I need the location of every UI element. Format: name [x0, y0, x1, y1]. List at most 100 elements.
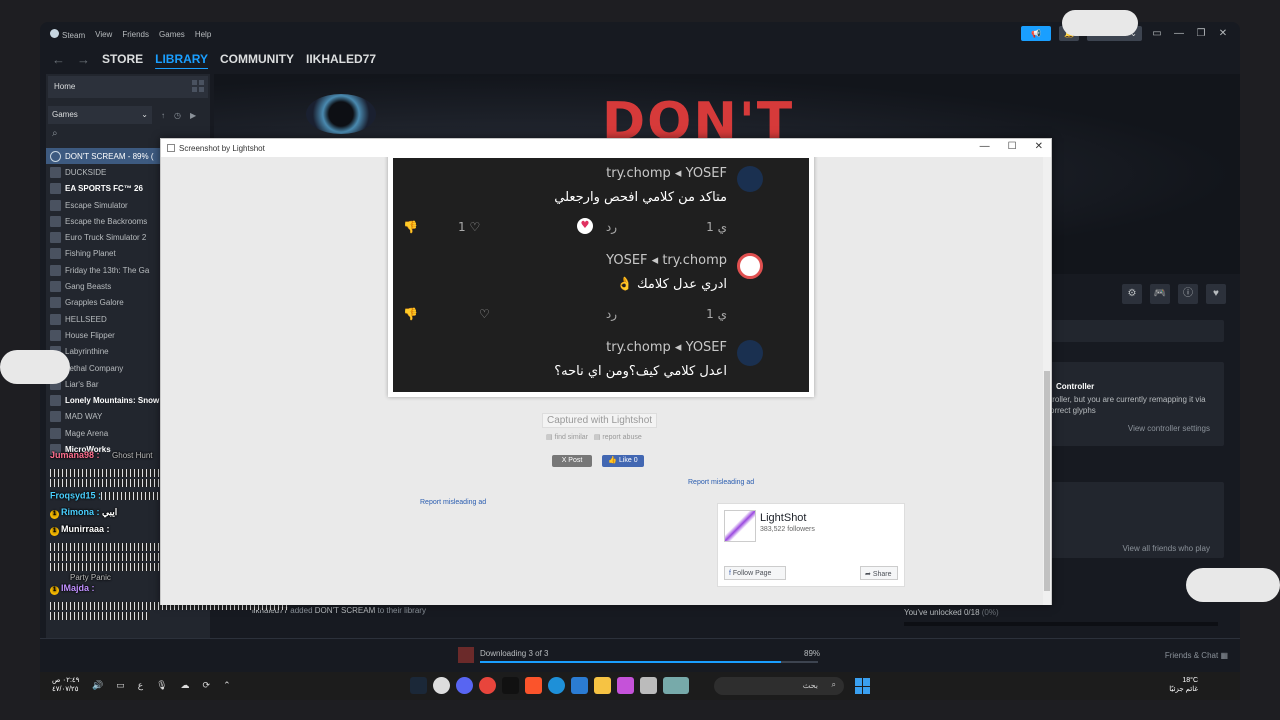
- steam-logo-icon: [50, 28, 59, 38]
- widgets-icon[interactable]: [663, 677, 689, 694]
- game-label: Escape Simulator: [65, 200, 128, 210]
- download-thumbnail: [458, 647, 474, 663]
- comment-text: اعدل كلامي كيف؟ومن اي ناحه؟: [554, 364, 727, 379]
- grid-view-icon[interactable]: [192, 80, 204, 92]
- brave-app-icon[interactable]: [525, 677, 542, 694]
- weather-widget[interactable]: 18°C غائم جزئيًا: [1169, 676, 1198, 694]
- reply-button[interactable]: رد: [606, 220, 617, 234]
- store-app-icon[interactable]: [571, 677, 588, 694]
- capcut-app-icon[interactable]: [502, 677, 519, 694]
- game-label: Friday the 13th: The Ga: [65, 265, 150, 275]
- windows-taskbar: ٠٢:٤٩ ص ٤٧/٠٧/٢٥ 🔊 ▭ ع 🎙 ☁ ⟳ ⌃ بحث ⌕ 18°C…: [40, 672, 1240, 700]
- game-label: Lonely Mountains: Snow: [65, 396, 160, 406]
- achievements-pct: (0%): [981, 608, 999, 617]
- discord-app-icon[interactable]: [456, 677, 473, 694]
- mic-icon[interactable]: 🎙: [156, 680, 167, 691]
- library-tab[interactable]: LIBRARY: [155, 52, 208, 66]
- cloud-icon[interactable]: ☁: [181, 680, 190, 691]
- home-label: Home: [54, 82, 76, 91]
- community-tab[interactable]: COMMUNITY: [220, 52, 294, 66]
- maximize-icon[interactable]: ❐: [1194, 28, 1208, 39]
- recent-icon[interactable]: ◷: [174, 111, 181, 120]
- minimize-icon[interactable]: —: [980, 141, 990, 152]
- windows-start-icon[interactable]: [855, 678, 871, 694]
- close-icon[interactable]: ✕: [1035, 141, 1043, 152]
- view-menu-item[interactable]: View: [95, 30, 112, 39]
- obs-app-icon[interactable]: [433, 677, 450, 694]
- like-icon[interactable]: ♡: [479, 307, 490, 321]
- follow-page-button[interactable]: f Follow Page: [724, 566, 786, 580]
- taskbar-search[interactable]: بحث ⌕: [714, 677, 844, 695]
- report-ad-link[interactable]: Report misleading ad: [420, 499, 486, 506]
- back-arrow-icon[interactable]: ←: [52, 52, 65, 67]
- info-icon[interactable]: ⓘ: [1178, 284, 1198, 304]
- game-label: Gang Beasts: [65, 282, 112, 292]
- heart-icon[interactable]: ♥: [1206, 284, 1226, 304]
- date-label: ٤٧/٠٧/٢٥: [52, 686, 79, 693]
- settings-gear-icon[interactable]: ⚙: [1122, 284, 1142, 304]
- profile-tab[interactable]: IIKHALED77: [306, 52, 376, 66]
- download-label: Downloading 3 of 3: [480, 649, 549, 658]
- page-icon: [167, 144, 175, 152]
- games-menu-item[interactable]: Games: [159, 30, 185, 39]
- game-label: Fishing Planet: [65, 249, 116, 259]
- dislike-icon[interactable]: 👎: [403, 220, 418, 234]
- home-button[interactable]: Home: [48, 76, 208, 98]
- download-progress-icon: [50, 150, 61, 162]
- reply-button[interactable]: رد: [606, 307, 617, 321]
- close-icon[interactable]: ✕: [1216, 28, 1230, 39]
- edge-app-icon[interactable]: [548, 677, 565, 694]
- fb-page-name[interactable]: LightShot: [760, 512, 806, 524]
- battery-icon[interactable]: ▭: [116, 680, 125, 691]
- minimize-icon[interactable]: —: [1172, 28, 1186, 39]
- comment-text: متاكد من كلامي افحص وارجعلي: [554, 190, 727, 205]
- activity-game[interactable]: DON'T SCREAM: [315, 606, 376, 615]
- comment-text: ادري عدل كلامك 👌: [616, 277, 727, 292]
- report-abuse-link[interactable]: ▤ report abuse: [594, 434, 642, 441]
- dislike-icon[interactable]: 👎: [403, 307, 418, 321]
- big-picture-icon[interactable]: ▭: [1150, 28, 1164, 39]
- announcement-button[interactable]: 📢: [1021, 26, 1052, 41]
- friends-chat-button[interactable]: Friends & Chat ▦: [1165, 651, 1228, 660]
- chat-username: Jumana98 :: [50, 450, 100, 460]
- sort-icon[interactable]: ↑: [161, 111, 165, 120]
- sync-icon[interactable]: ⟳: [203, 680, 211, 691]
- share-button[interactable]: ➦ Share: [860, 566, 898, 580]
- controller-icon[interactable]: 🎮: [1150, 284, 1170, 304]
- games-filter-select[interactable]: Games ⌄: [48, 106, 152, 124]
- view-friends-link[interactable]: View all friends who play: [1123, 544, 1210, 553]
- chrome-app-icon[interactable]: [479, 677, 496, 694]
- language-indicator[interactable]: ع: [138, 680, 143, 691]
- chat-username: IMajda :: [61, 583, 95, 593]
- scrollbar[interactable]: [1043, 157, 1051, 605]
- scrollbar-thumb[interactable]: [1044, 371, 1050, 591]
- copilot-app-icon[interactable]: [617, 677, 634, 694]
- help-menu-item[interactable]: Help: [195, 30, 211, 39]
- maximize-icon[interactable]: ☐: [1008, 141, 1017, 152]
- game-label: Euro Truck Simulator 2: [65, 233, 147, 243]
- game-icon: [50, 395, 61, 407]
- game-icon: [50, 248, 61, 260]
- clock-left[interactable]: ٠٢:٤٩ ص ٤٧/٠٧/٢٥: [52, 676, 79, 694]
- find-similar-link[interactable]: ▤ find similar: [546, 434, 588, 441]
- achievements-label: You've unlocked 0/18: [904, 608, 980, 617]
- report-ad-link[interactable]: Report misleading ad: [688, 479, 754, 486]
- explorer-app-icon[interactable]: [594, 677, 611, 694]
- chevron-up-icon[interactable]: ⌃: [223, 680, 231, 691]
- steam-menu-item[interactable]: Steam: [50, 28, 85, 40]
- forward-arrow-icon[interactable]: →: [77, 52, 90, 67]
- store-tab[interactable]: STORE: [102, 52, 143, 66]
- fb-like-button[interactable]: 👍 Like 0: [602, 455, 644, 467]
- game-icon: [50, 215, 61, 227]
- play-filter-icon[interactable]: ▶: [190, 111, 196, 120]
- steam-app-icon[interactable]: [410, 677, 427, 694]
- x-post-button[interactable]: X Post: [552, 455, 592, 467]
- widget-app-icon[interactable]: [640, 677, 657, 694]
- friends-menu-item[interactable]: Friends: [122, 30, 149, 39]
- controller-settings-link[interactable]: View controller settings: [1128, 424, 1210, 433]
- volume-icon[interactable]: 🔊: [92, 680, 103, 691]
- like-button[interactable]: 1 ♡: [458, 220, 480, 234]
- chevron-down-icon: ⌄: [141, 110, 148, 119]
- screenshot-image: try.chomp ◂ YOSEF متاكد من كلامي افحص وا…: [388, 157, 814, 397]
- comment-time: 1 ي: [706, 307, 727, 321]
